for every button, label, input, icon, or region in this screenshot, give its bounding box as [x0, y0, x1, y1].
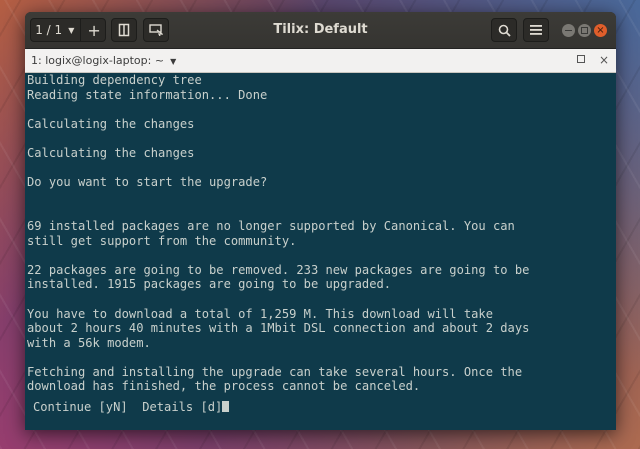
maximize-terminal-icon[interactable] — [577, 55, 585, 63]
terminal-line: with a 56k modem. — [27, 335, 151, 350]
terminal-tab-title: 1: logix@logix-laptop: ~ — [31, 54, 165, 67]
upgrade-prompt: Continue [yN] Details [d] — [27, 400, 616, 415]
terminal-tab-bar: 1: logix@logix-laptop: ~ ▼ × — [25, 49, 616, 73]
maximize-button[interactable] — [578, 24, 591, 37]
terminal-line: Calculating the changes — [27, 116, 195, 131]
terminal-line: about 2 hours 40 minutes with a 1Mbit DS… — [27, 321, 530, 336]
menu-button[interactable] — [523, 18, 549, 42]
add-session-button[interactable]: + — [80, 19, 101, 41]
sync-input-icon — [149, 24, 163, 36]
tilix-window: Tilix: Default 1 / 1 ▼ + × 1: logix@logi… — [25, 12, 616, 430]
text-cursor — [222, 401, 230, 413]
close-window-button[interactable]: × — [594, 24, 607, 37]
terminal-line: 69 installed packages are no longer supp… — [27, 218, 515, 233]
close-icon: × — [596, 25, 605, 36]
terminal-line: Fetching and installing the upgrade can … — [27, 364, 523, 379]
minimize-button[interactable] — [562, 24, 575, 37]
prompt-text: Continue [yN] Details [d] — [33, 400, 223, 415]
chevron-down-icon[interactable]: ▼ — [170, 57, 176, 66]
terminal-line: still get support from the community. — [27, 233, 297, 248]
session-switcher[interactable]: 1 / 1 ▼ + — [30, 18, 106, 42]
terminal-line: installed. 1915 packages are going to be… — [27, 277, 392, 292]
title-bar: Tilix: Default 1 / 1 ▼ + × — [25, 12, 616, 49]
terminal-line: 22 packages are going to be removed. 233… — [27, 262, 530, 277]
terminal-line: download has finished, the process canno… — [27, 379, 421, 394]
terminal-output[interactable]: Building dependency tree Reading state i… — [25, 73, 616, 430]
split-terminal-button[interactable] — [111, 18, 137, 42]
hamburger-menu-icon — [530, 25, 542, 35]
terminal-text: Building dependency tree Reading state i… — [27, 73, 616, 394]
chevron-down-icon: ▼ — [68, 25, 75, 35]
split-terminal-icon — [118, 23, 130, 37]
close-terminal-button[interactable]: × — [599, 49, 609, 72]
search-icon — [498, 24, 511, 37]
terminal-tab[interactable]: 1: logix@logix-laptop: ~ ▼ — [31, 49, 176, 73]
terminal-line: Reading state information... Done — [27, 87, 268, 102]
terminal-line: You have to download a total of 1,259 M.… — [27, 306, 493, 321]
search-button[interactable] — [491, 18, 517, 42]
terminal-line: Do you want to start the upgrade? — [27, 175, 268, 190]
terminal-line: Building dependency tree — [27, 73, 202, 87]
sync-input-button[interactable] — [143, 18, 169, 42]
session-count: 1 / 1 — [35, 23, 63, 37]
terminal-line: Calculating the changes — [27, 145, 195, 160]
